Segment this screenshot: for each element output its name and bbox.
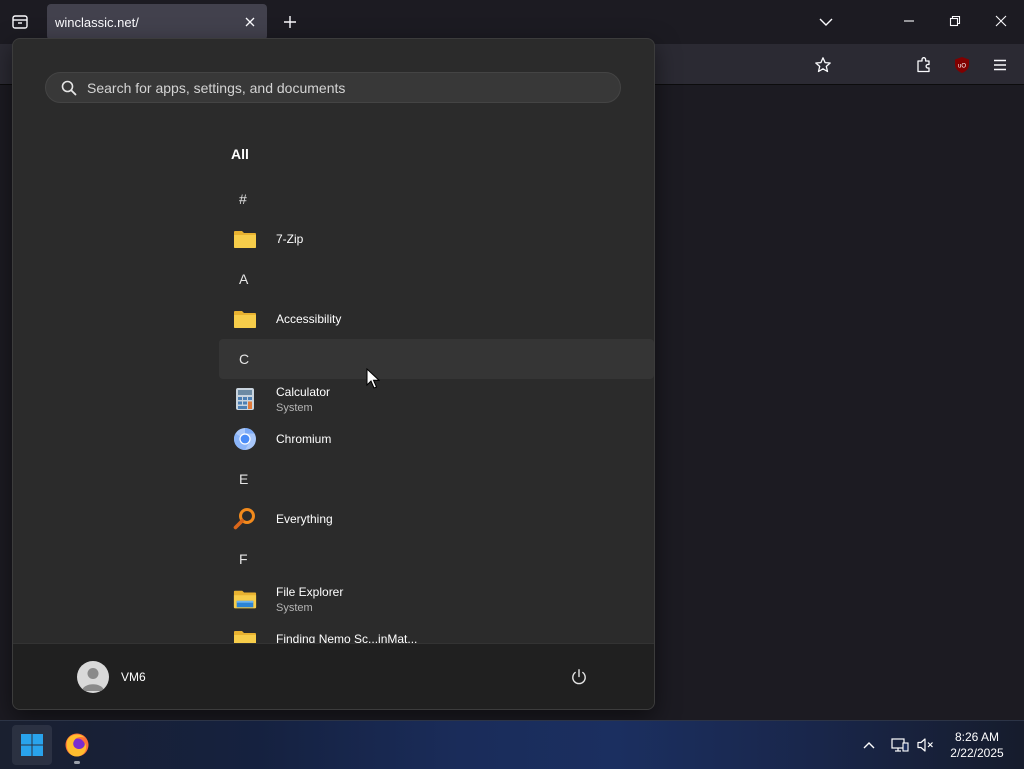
app-name: File Explorer — [276, 584, 344, 599]
close-window-button[interactable] — [988, 8, 1014, 34]
app-subtitle: System — [276, 601, 313, 614]
bookmark-star-button[interactable] — [810, 52, 836, 78]
letter-header-label: F — [239, 551, 248, 567]
letter-header-label: C — [239, 351, 250, 367]
search-input[interactable] — [87, 79, 620, 96]
ublock-shield-icon: uO — [955, 57, 969, 73]
letter-header-a[interactable]: A — [219, 259, 654, 299]
list-item-accessibility[interactable]: Accessibility — [219, 299, 654, 339]
chevron-up-icon — [863, 742, 875, 749]
app-subtitle: System — [276, 401, 313, 414]
hamburger-menu-icon — [994, 59, 1006, 71]
letter-header-e[interactable]: E — [219, 459, 654, 499]
app-name: Accessibility — [276, 312, 342, 326]
clock-time: 8:26 AM — [954, 730, 1000, 744]
app-name: Finding Nemo Sc...inMat... — [276, 632, 418, 643]
tab-winclassic[interactable]: winclassic.net/ — [47, 4, 267, 40]
power-button[interactable] — [568, 666, 590, 688]
app-menu-button[interactable] — [987, 52, 1013, 78]
firefox-view-button[interactable] — [9, 11, 31, 33]
letter-header-f[interactable]: F — [219, 539, 654, 579]
tab-title: winclassic.net/ — [55, 14, 139, 30]
restore-window-button[interactable] — [942, 8, 968, 34]
list-item-calculator[interactable]: Calculator System — [219, 379, 654, 419]
ublock-origin-button[interactable]: uO — [949, 52, 975, 78]
app-name: Calculator — [276, 384, 331, 399]
letter-header-c[interactable]: C — [219, 339, 654, 379]
star-icon — [815, 57, 831, 73]
file-explorer-icon — [233, 587, 257, 611]
tab-close-button[interactable] — [241, 13, 259, 31]
app-name: Chromium — [276, 432, 332, 446]
user-icon — [82, 668, 104, 691]
folder-icon — [233, 307, 257, 331]
svg-text:uO: uO — [958, 64, 966, 70]
list-item-everything[interactable]: Everything — [219, 499, 654, 539]
list-item-chromium[interactable]: Chromium — [219, 419, 654, 459]
list-item-7zip[interactable]: 7-Zip — [219, 219, 654, 259]
app-name: Everything — [276, 512, 333, 526]
start-menu: All # 7-Zip A Accessibility C — [12, 38, 655, 710]
app-name: 7-Zip — [276, 232, 304, 246]
firefox-icon — [65, 733, 89, 757]
chromium-icon — [233, 427, 257, 451]
letter-header-label: # — [239, 191, 247, 207]
restore-icon — [949, 15, 961, 27]
calculator-icon — [233, 387, 257, 411]
search-icon — [60, 79, 78, 97]
all-apps-heading: All — [231, 146, 249, 162]
extensions-button[interactable] — [911, 52, 937, 78]
taskbar-clock[interactable]: 8:26 AM 2/22/2025 — [942, 729, 1012, 761]
close-icon — [995, 15, 1007, 27]
letter-header-label: E — [239, 471, 249, 487]
chevron-down-icon — [819, 18, 833, 26]
taskbar: 8:26 AM 2/22/2025 — [0, 720, 1024, 769]
plus-icon — [284, 16, 296, 28]
clock-date: 2/22/2025 — [950, 746, 1004, 760]
close-icon — [245, 17, 255, 27]
mouse-cursor-icon — [366, 368, 380, 389]
volume-button[interactable] — [913, 721, 937, 769]
folder-icon — [233, 227, 257, 251]
list-item-finding-nemo[interactable]: Finding Nemo Sc...inMat... — [219, 619, 654, 643]
start-menu-footer: VM6 — [13, 643, 654, 709]
firefox-view-icon — [12, 15, 28, 29]
folder-icon — [233, 627, 257, 643]
taskbar-firefox-button[interactable] — [57, 725, 97, 765]
power-icon — [572, 669, 586, 685]
magnifier-icon — [233, 507, 257, 531]
user-avatar[interactable] — [77, 661, 109, 693]
letter-header-hash[interactable]: # — [219, 179, 654, 219]
running-indicator — [74, 761, 80, 764]
windows-logo-icon — [21, 734, 43, 756]
start-search-box[interactable] — [45, 72, 621, 103]
minimize-window-button[interactable] — [896, 8, 922, 34]
show-hidden-icons-button[interactable] — [858, 721, 880, 769]
network-status-button[interactable] — [888, 721, 912, 769]
list-item-file-explorer[interactable]: File Explorer System — [219, 579, 654, 619]
puzzle-icon — [917, 57, 930, 73]
volume-muted-icon — [917, 738, 933, 752]
all-apps-list: # 7-Zip A Accessibility C Calculator Sys… — [219, 179, 654, 643]
letter-header-label: A — [239, 271, 249, 287]
minimize-icon — [904, 20, 914, 22]
new-tab-button[interactable] — [279, 11, 301, 33]
start-button[interactable] — [12, 725, 52, 765]
network-icon — [891, 738, 909, 752]
user-name[interactable]: VM6 — [121, 670, 146, 684]
list-all-tabs-button[interactable] — [815, 11, 837, 33]
